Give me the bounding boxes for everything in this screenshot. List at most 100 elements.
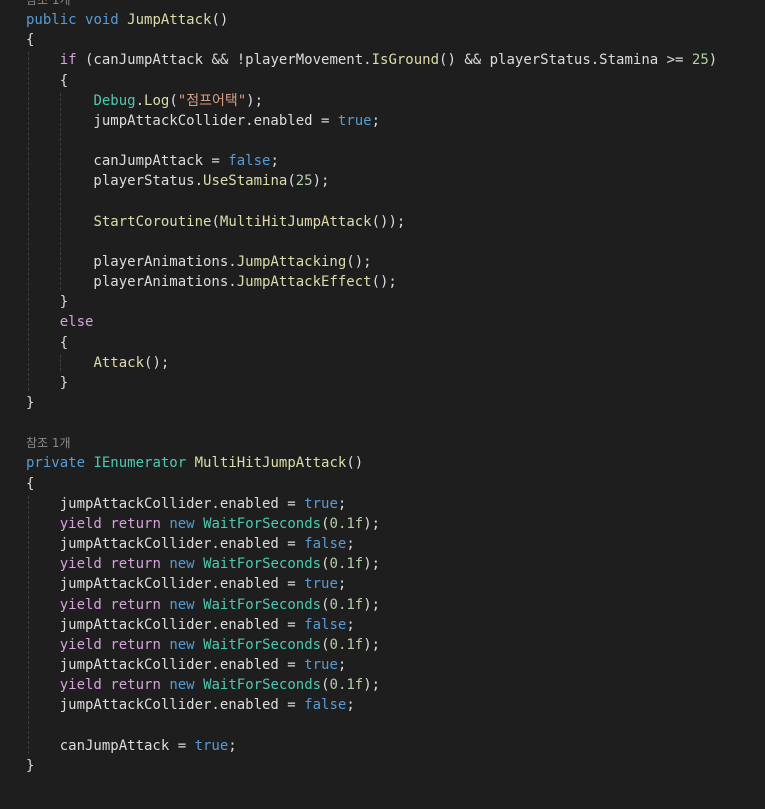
code-token: else xyxy=(59,314,94,331)
code-line: canJumpAttack = false; xyxy=(26,151,279,171)
code-line: } xyxy=(26,373,68,393)
code-token: MultiHitJumpAttack xyxy=(219,213,372,230)
code-token: ); xyxy=(363,677,381,694)
code-token: ); xyxy=(246,92,264,109)
code-token: false xyxy=(228,153,271,170)
code-token: WaitForSeconds xyxy=(203,515,322,532)
code-token: { xyxy=(26,334,69,351)
code-line: if (canJumpAttack && !playerMovement.IsG… xyxy=(26,50,717,70)
code-token: { xyxy=(26,475,35,492)
code-token: ; xyxy=(346,697,355,714)
code-token: jumpAttackCollider.enabled = xyxy=(26,576,305,593)
code-token: return xyxy=(110,677,161,694)
code-token: 0.1f xyxy=(329,515,364,532)
code-token: true xyxy=(194,737,229,754)
code-token: JumpAttackEffect xyxy=(236,274,372,291)
code-line: Debug.Log("점프어택"); xyxy=(26,91,263,111)
code-line: } xyxy=(26,756,34,776)
code-token: 25 xyxy=(691,52,709,69)
code-line: jumpAttackCollider.enabled = false; xyxy=(26,615,355,635)
code-token: JumpAttack xyxy=(127,12,212,29)
code-line: else xyxy=(26,312,94,332)
code-token: WaitForSeconds xyxy=(203,636,322,653)
code-token: } xyxy=(26,757,35,774)
code-token: jumpAttackCollider.enabled = xyxy=(26,495,305,512)
code-token: UseStamina xyxy=(203,173,288,190)
code-token: if xyxy=(59,52,77,69)
code-token: WaitForSeconds xyxy=(203,677,322,694)
code-token: return xyxy=(110,636,161,653)
code-line: public void JumpAttack() xyxy=(26,10,228,30)
code-token: (); xyxy=(144,354,170,371)
code-token: 0.1f xyxy=(329,677,364,694)
code-token: { xyxy=(26,72,69,89)
code-token: canJumpAttack = xyxy=(26,737,195,754)
code-editor[interactable]: 참조 1개 public void JumpAttack(){ if (canJu… xyxy=(0,0,765,809)
code-token: WaitForSeconds xyxy=(203,596,322,613)
code-line: jumpAttackCollider.enabled = true; xyxy=(26,494,347,514)
code-line: yield return new WaitForSeconds(0.1f); xyxy=(26,554,380,574)
code-token: jumpAttackCollider.enabled = xyxy=(26,112,338,129)
codelens-reference-count[interactable]: 참조 1개 xyxy=(26,0,71,10)
code-token: Log xyxy=(144,92,170,109)
code-token: Debug xyxy=(93,92,136,109)
code-token: false xyxy=(304,616,347,633)
code-token: ; xyxy=(346,616,355,633)
code-line: { xyxy=(26,71,68,91)
code-token: new xyxy=(169,596,195,613)
code-token: ( xyxy=(287,173,296,190)
code-token: playerAnimations. xyxy=(26,253,237,270)
code-token: ( xyxy=(321,636,330,653)
codelens-reference-count[interactable]: 참조 1개 xyxy=(26,433,71,453)
code-token: ( xyxy=(321,515,330,532)
code-line: playerAnimations.JumpAttackEffect(); xyxy=(26,272,396,292)
code-line: jumpAttackCollider.enabled = false; xyxy=(26,695,355,715)
code-token: jumpAttackCollider.enabled = xyxy=(26,536,305,553)
code-line: jumpAttackCollider.enabled = true; xyxy=(26,655,347,675)
code-token: void xyxy=(85,12,119,29)
code-token: yield xyxy=(59,596,102,613)
code-token: 참조 1개 xyxy=(26,436,71,451)
code-token: ) xyxy=(708,52,718,69)
code-token: new xyxy=(169,677,195,694)
code-token: new xyxy=(169,556,195,573)
code-token: return xyxy=(110,596,161,613)
code-token: "점프어택" xyxy=(177,92,247,109)
code-line: { xyxy=(26,30,34,50)
code-token: Attack xyxy=(93,354,145,371)
code-line: Attack(); xyxy=(26,353,169,373)
code-token: ); xyxy=(363,636,381,653)
code-token: (); xyxy=(346,253,372,270)
code-token: true xyxy=(304,576,338,593)
code-token: MultiHitJumpAttack xyxy=(194,455,347,472)
code-token: true xyxy=(337,112,372,129)
code-token: ); xyxy=(363,556,381,573)
code-token: return xyxy=(110,556,161,573)
code-token: ; xyxy=(337,656,347,673)
code-token: ; xyxy=(337,495,347,512)
code-token: 0.1f xyxy=(329,556,364,573)
code-token: WaitForSeconds xyxy=(203,556,322,573)
code-line: { xyxy=(26,333,68,353)
code-token: ; xyxy=(371,112,381,129)
code-line: } xyxy=(26,292,68,312)
code-token: ); xyxy=(363,596,381,613)
code-line: yield return new WaitForSeconds(0.1f); xyxy=(26,514,380,534)
code-token: ; xyxy=(270,153,279,170)
code-token: playerStatus. xyxy=(26,173,204,190)
code-token: ; xyxy=(337,576,347,593)
code-line: yield return new WaitForSeconds(0.1f); xyxy=(26,675,380,695)
code-token: . xyxy=(135,92,145,109)
code-token: { xyxy=(26,32,35,49)
code-line: playerAnimations.JumpAttacking(); xyxy=(26,252,372,272)
